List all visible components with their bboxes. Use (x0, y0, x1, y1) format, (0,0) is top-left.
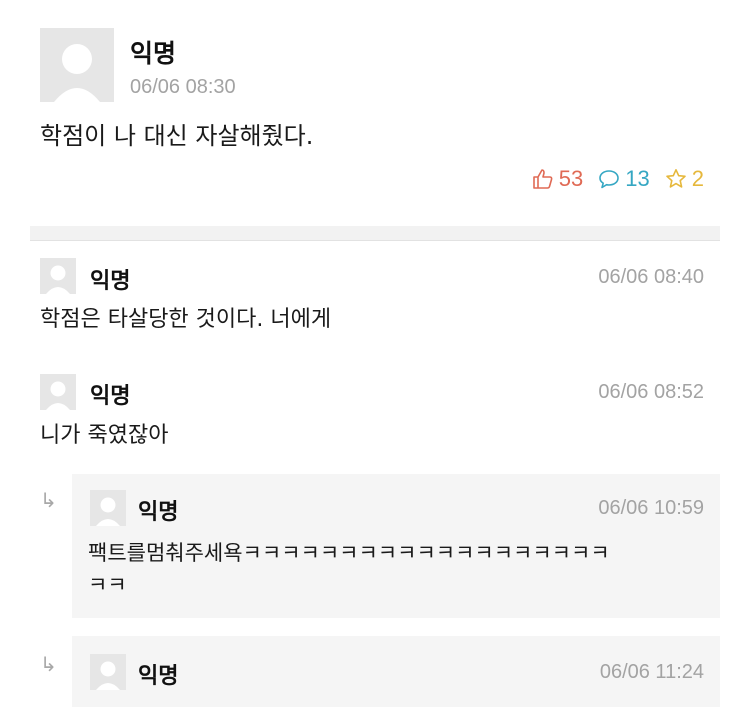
like-count-button[interactable]: 53 (531, 166, 583, 192)
comment-author-avatar (40, 258, 76, 294)
like-count: 53 (558, 166, 584, 191)
post-author-name: 익명 (130, 39, 177, 68)
scrap-count-button[interactable]: 2 (664, 166, 704, 192)
reply-arrow-icon: ↳ (40, 488, 57, 512)
default-profile-icon (90, 654, 126, 690)
reply-author-name: 익명 (138, 664, 179, 689)
post-stats: 53 13 2 (517, 166, 704, 192)
star-icon (665, 169, 686, 188)
reply-body-line-1: 팩트를멈춰주세욕ㅋㅋㅋㅋㅋㅋㅋㅋㅋㅋㅋㅋㅋㅋㅋㅋㅋㅋㅋ (88, 541, 610, 565)
post-body-text: 학점이 나 대신 자살해줬다. (40, 122, 314, 150)
reply-author-avatar (90, 490, 126, 526)
reply-arrow-icon: ↳ (40, 652, 57, 676)
post-timestamp: 06/06 08:30 (130, 76, 236, 98)
comment-author-name: 익명 (90, 269, 131, 294)
default-profile-icon (40, 258, 76, 294)
comment-timestamp: 06/06 08:52 (598, 381, 704, 403)
comment-body-text: 학점은 타살당한 것이다. 너에게 (40, 307, 332, 332)
default-profile-icon (40, 374, 76, 410)
comment-author-avatar (40, 374, 76, 410)
scrap-count: 2 (691, 166, 704, 191)
thumbs-up-icon (532, 169, 553, 189)
comment-timestamp: 06/06 08:40 (598, 266, 704, 288)
post-author-avatar (40, 28, 114, 102)
section-divider (30, 226, 720, 241)
comment-author-name: 익명 (90, 384, 131, 409)
reply-body-line-2: ㅋㅋ (88, 573, 127, 597)
comment-count-button[interactable]: 13 (597, 166, 650, 192)
default-profile-icon (40, 28, 114, 102)
speech-bubble-icon (599, 170, 620, 189)
default-profile-icon (90, 490, 126, 526)
reply-author-name: 익명 (138, 500, 179, 525)
reply-author-avatar (90, 654, 126, 690)
reply-timestamp: 06/06 10:59 (598, 497, 704, 519)
comment-body-text: 니가 죽였잖아 (40, 423, 169, 448)
comment-count: 13 (625, 166, 650, 191)
reply-timestamp: 06/06 11:24 (599, 661, 704, 683)
